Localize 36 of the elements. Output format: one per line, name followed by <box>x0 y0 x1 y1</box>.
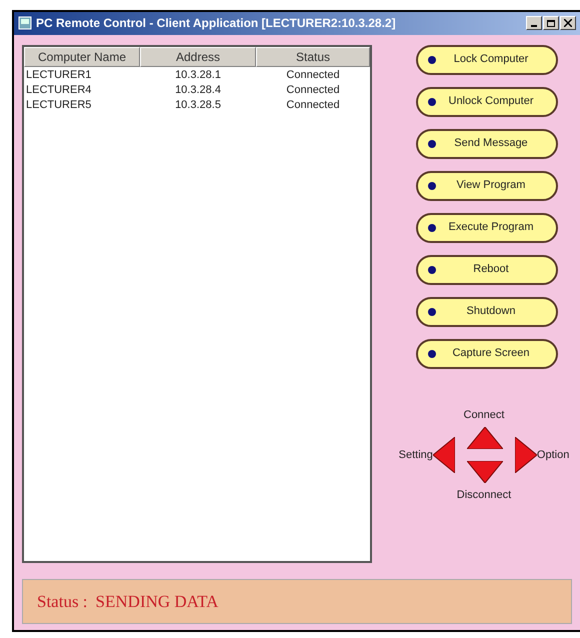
action-button[interactable]: Capture Screen <box>416 338 558 369</box>
table-cell-text: LECTURER1 <box>25 68 92 82</box>
table-cell-text: Connected <box>285 98 341 112</box>
action-button[interactable]: View Program <box>416 170 558 201</box>
table-cell-text: LECTURER4 <box>25 82 92 97</box>
window-title: PC Remote Control - Client Application [LECTURER2:10.3.28.2] <box>36 15 396 32</box>
action-button[interactable]: Lock Computer <box>416 44 558 75</box>
status-label: Status : <box>37 590 88 613</box>
action-button[interactable]: Execute Program <box>416 212 558 243</box>
close-button[interactable] <box>560 16 576 30</box>
close-icon <box>564 19 572 28</box>
minimize-button[interactable] <box>526 16 542 30</box>
action-button[interactable]: Send Message <box>416 128 558 159</box>
option-label: Option <box>536 448 570 463</box>
disconnect-label: Disconnect <box>456 488 512 504</box>
table-cell-text: Connected <box>285 68 341 82</box>
action-button[interactable]: Unlock Computer <box>416 86 558 117</box>
table-cell-text: Connected <box>285 82 341 97</box>
action-button[interactable]: Shutdown <box>416 296 558 327</box>
app-icon <box>18 16 32 30</box>
right-arrow-button[interactable] <box>514 437 537 474</box>
up-arrow-button[interactable] <box>466 427 503 450</box>
table-cell-text: LECTURER5 <box>25 98 92 112</box>
column-header[interactable]: Address <box>140 46 256 67</box>
maximize-button[interactable] <box>543 16 559 30</box>
setting-label: Setting <box>398 448 433 463</box>
table-cell-text: 10.3.28.4 <box>174 82 222 97</box>
status-value: SENDING DATA <box>96 590 218 613</box>
action-button[interactable]: Reboot <box>416 254 558 285</box>
table-cell-text: 10.3.28.1 <box>174 68 222 82</box>
down-arrow-button[interactable] <box>466 461 503 484</box>
table-cell-text: 10.3.28.5 <box>174 98 222 112</box>
column-header[interactable]: Computer Name <box>24 46 140 67</box>
column-header[interactable]: Status <box>256 46 370 67</box>
left-arrow-button[interactable] <box>432 437 455 474</box>
connect-label: Connect <box>464 408 504 423</box>
